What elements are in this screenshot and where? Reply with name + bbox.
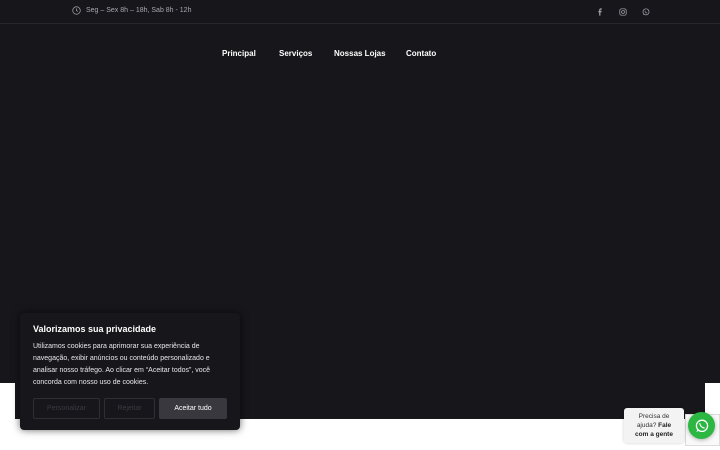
accept-all-button[interactable]: Aceitar tudo [159, 398, 227, 419]
whatsapp-icon[interactable] [639, 5, 653, 19]
cookie-description: Utilizamos cookies para aprimorar sua ex… [33, 343, 211, 386]
help-line-2-bold: Fale [658, 422, 672, 429]
business-hours: Seg – Sex 8h – 18h, Sab 8h - 12h [72, 6, 191, 15]
whatsapp-chat-button[interactable] [688, 412, 715, 439]
cookie-title: Valorizamos sua privacidade [33, 324, 157, 334]
nav-item-nossas-lojas[interactable]: Nossas Lojas [334, 49, 386, 58]
content-edge-left [0, 383, 15, 419]
nav-item-contato[interactable]: Contato [406, 49, 436, 58]
nav-item-principal[interactable]: Principal [222, 49, 256, 58]
help-line-2: ajuda? Fale [624, 421, 684, 430]
customize-button[interactable]: Personalizar [33, 398, 100, 419]
help-bubble[interactable]: Precisa de ajuda? Fale com a gente [624, 408, 684, 443]
whatsapp-icon [695, 419, 708, 432]
cookie-consent-banner: Valorizamos sua privacidade Utilizamos c… [20, 313, 240, 430]
main-navigation: Principal Serviços Nossas Lojas Contato [0, 49, 720, 61]
business-hours-text: Seg – Sex 8h – 18h, Sab 8h - 12h [86, 7, 192, 14]
reject-button[interactable]: Rejeitar [104, 398, 155, 419]
help-line-1: Precisa de [638, 413, 670, 420]
clock-icon [72, 6, 81, 15]
facebook-icon[interactable] [593, 5, 607, 19]
nav-item-servicos[interactable]: Serviços [279, 49, 312, 58]
help-line-2-prefix: ajuda? [636, 422, 657, 429]
top-bar: Seg – Sex 8h – 18h, Sab 8h - 12h [0, 0, 720, 24]
help-line-3: com a gente [635, 431, 673, 438]
instagram-icon[interactable] [616, 5, 630, 19]
